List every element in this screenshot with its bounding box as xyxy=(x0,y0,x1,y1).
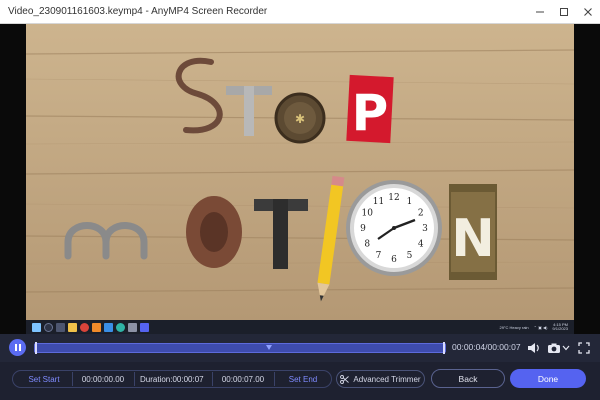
done-button[interactable]: Done xyxy=(510,369,586,388)
duration-value: 00:00:07 xyxy=(172,374,204,384)
trim-controls: Set Start 00:00:00.00 Duration: 00:00:07 … xyxy=(0,362,600,400)
recorder-icon xyxy=(140,322,149,332)
total-time: 00:00:07 xyxy=(487,342,521,352)
time-readout: 00:00:04/00:00:07 xyxy=(452,342,521,352)
pause-button[interactable] xyxy=(9,339,26,356)
edge-icon xyxy=(116,322,125,332)
app-icon-orange xyxy=(92,322,101,332)
letter-n-tile: N xyxy=(449,184,497,280)
clock-number: 6 xyxy=(391,255,397,265)
svg-text:P: P xyxy=(352,84,389,142)
tray-icons: ⌃ ▣ ◀) xyxy=(533,324,548,330)
title-bar: Video_230901161603.keymp4 - AnyMP4 Scree… xyxy=(0,0,600,24)
trim-start-handle[interactable] xyxy=(35,342,37,354)
divider xyxy=(212,372,213,386)
svg-text:✱: ✱ xyxy=(295,112,305,126)
advanced-trimmer-button[interactable]: Advanced Trimmer xyxy=(336,370,425,388)
chrome-icon xyxy=(80,322,89,332)
clock-number: 3 xyxy=(422,224,428,234)
playhead-marker[interactable] xyxy=(265,345,272,351)
divider xyxy=(274,372,275,386)
store-icon xyxy=(104,322,113,332)
windows-start-icon xyxy=(32,322,41,332)
window-title: Video_230901161603.keymp4 - AnyMP4 Scree… xyxy=(8,6,268,17)
set-end-button[interactable]: Set End xyxy=(276,371,330,387)
set-start-button[interactable]: Set Start xyxy=(16,371,72,387)
taskbar-clock: 4:15 PM 9/1/2023 xyxy=(552,322,568,331)
clock-number: 2 xyxy=(418,209,424,219)
fullscreen-icon[interactable] xyxy=(576,340,592,356)
clock-number: 4 xyxy=(418,240,424,250)
end-time-field[interactable]: 00:00:07.00 xyxy=(214,371,272,387)
start-time-field[interactable]: 00:00:00.00 xyxy=(74,371,132,387)
video-frame-image: ✱ P 12 1234567891011 N xyxy=(26,24,574,334)
video-preview-area: ✱ P 12 1 2 3 4 5 6 7 8 9 10 11 N 29°C He… xyxy=(0,24,600,334)
divider xyxy=(72,372,73,386)
embedded-taskbar: 29°C Heavy rain ⌃ ▣ ◀) 4:15 PM 9/1/2023 xyxy=(26,320,574,334)
clock-number: 10 xyxy=(361,209,373,219)
trim-icon xyxy=(340,374,350,384)
file-explorer-icon xyxy=(68,322,77,332)
clock-number: 5 xyxy=(407,251,413,261)
timeline-bar: 00:00:04/00:00:07 xyxy=(0,334,600,362)
close-icon[interactable] xyxy=(576,0,600,24)
letter-p-card: P xyxy=(346,74,394,144)
window-controls xyxy=(528,0,600,24)
duration-readout: Duration: 00:00:07 xyxy=(140,371,204,387)
divider xyxy=(134,372,135,386)
duration-label: Duration: xyxy=(140,374,173,384)
clock-number: 7 xyxy=(376,251,382,261)
weather-readout: 29°C Heavy rain xyxy=(499,324,529,330)
clock-number: 8 xyxy=(364,240,370,250)
clock-number: 9 xyxy=(360,224,366,234)
camera-icon[interactable] xyxy=(546,340,562,356)
chevron-down-icon[interactable] xyxy=(561,340,571,356)
system-tray: 29°C Heavy rain ⌃ ▣ ◀) 4:15 PM 9/1/2023 xyxy=(499,323,568,331)
back-button[interactable]: Back xyxy=(431,369,505,388)
svg-text:N: N xyxy=(451,209,495,269)
app-window: Video_230901161603.keymp4 - AnyMP4 Scree… xyxy=(0,0,600,400)
timeline-track[interactable] xyxy=(34,342,446,354)
app-icon-gray xyxy=(128,322,137,332)
trim-end-handle[interactable] xyxy=(443,342,445,354)
volume-icon[interactable] xyxy=(526,340,542,356)
clock-number: 12 xyxy=(388,193,399,203)
search-icon xyxy=(44,322,53,332)
advanced-trimmer-label: Advanced Trimmer xyxy=(353,374,421,384)
clock-number: 11 xyxy=(373,197,384,207)
clock-number: 1 xyxy=(407,197,413,207)
task-view-icon xyxy=(56,322,65,332)
current-time: 00:00:04 xyxy=(452,342,486,352)
video-frame[interactable]: ✱ P 12 1 2 3 4 5 6 7 8 9 10 11 N 29°C He… xyxy=(26,24,574,334)
clock-letter-o: 12 12 3 45678 9 1011 xyxy=(346,180,442,276)
maximize-icon[interactable] xyxy=(552,0,576,24)
minimize-icon[interactable] xyxy=(528,0,552,24)
